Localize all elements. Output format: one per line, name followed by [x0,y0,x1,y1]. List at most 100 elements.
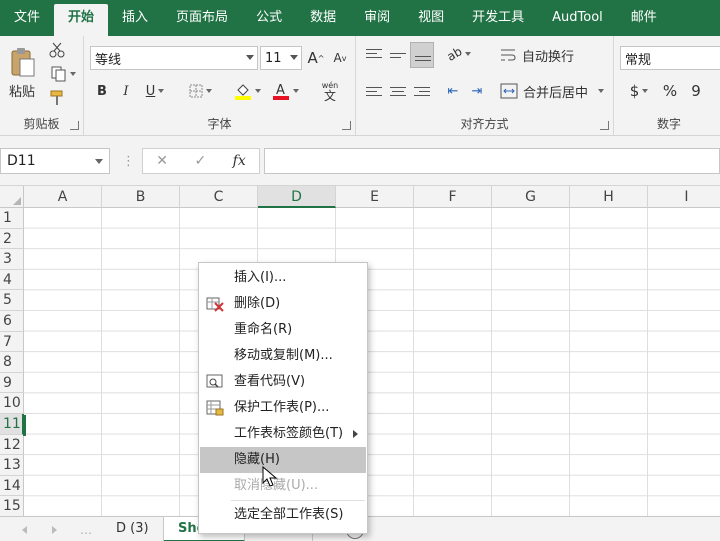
alignment-launcher-icon[interactable] [600,121,609,130]
borders-icon [189,84,202,98]
ribbon-tab[interactable]: 视图 [404,4,458,36]
wrap-text-button[interactable]: 自动换行 [500,44,610,66]
row-header[interactable]: 12 [0,434,24,456]
context-menu-item[interactable]: 查看代码(V) [200,369,366,395]
decrease-font-icon: A [333,51,342,65]
row-header[interactable]: 14 [0,475,24,497]
ribbon-tab[interactable]: 审阅 [350,4,404,36]
context-menu-item[interactable]: 选定全部工作表(S) [200,502,366,528]
phonetic-button[interactable]: wén 文 [312,78,348,104]
delete-sheet-icon [206,296,224,312]
decrease-indent-button[interactable]: ⇤ [442,80,464,102]
copy-button[interactable] [46,64,80,84]
column-header[interactable]: F [414,186,492,208]
row-header[interactable]: 10 [0,393,24,414]
row-header[interactable]: 7 [0,331,24,353]
sheet-tab[interactable]: D (3) [102,517,164,541]
name-box[interactable]: D11 [0,148,110,174]
ribbon-tab[interactable]: 开发工具 [458,4,538,36]
context-menu-item[interactable]: 工作表标签颜色(T) [200,421,366,447]
ribbon-tab[interactable]: 文件 [0,4,54,36]
row-header[interactable]: 3 [0,249,24,270]
bottom-align-button[interactable] [410,42,434,68]
italic-button[interactable]: I [116,80,136,102]
ribbon-tab[interactable]: 开始 [54,4,109,36]
font-launcher-icon[interactable] [342,121,351,130]
menu-separator [231,500,365,501]
format-painter-button[interactable] [46,88,68,108]
number-format-combo[interactable]: 常规 [620,46,720,70]
row-header[interactable]: 6 [0,311,24,332]
enter-icon[interactable]: ✓ [194,153,206,169]
ribbon-tab[interactable]: AudTool [538,4,617,36]
increase-font-button[interactable]: A ^ [306,48,326,68]
column-header[interactable]: I [648,186,720,208]
wrap-text-label: 自动换行 [522,49,575,65]
cancel-icon[interactable]: ✕ [156,153,168,169]
bold-button[interactable]: B [92,80,112,102]
scroll-sheets-right-icon[interactable] [52,526,57,534]
format-painter-icon [50,90,63,105]
ribbon-tab[interactable]: 公式 [242,4,296,36]
row-header[interactable]: 2 [0,228,24,250]
top-align-icon[interactable] [366,46,382,61]
insert-function-icon[interactable]: fx [233,153,246,169]
align-center-icon[interactable] [390,84,406,99]
name-box-dropdown-icon[interactable] [95,159,103,164]
clipboard-launcher-icon[interactable] [70,121,79,130]
context-menu-item[interactable]: 删除(D) [200,291,366,317]
row-header[interactable]: 15 [0,496,24,516]
decrease-font-button[interactable]: Av [330,48,350,68]
cell-area[interactable] [24,208,720,516]
middle-align-icon[interactable] [390,50,406,61]
cut-button[interactable] [46,40,68,60]
row-header[interactable]: 4 [0,269,24,291]
formula-input[interactable] [264,148,720,174]
context-menu-item[interactable]: 隐藏(H) [200,447,366,473]
row-header[interactable]: 9 [0,372,24,394]
column-header[interactable]: H [570,186,648,208]
font-color-button[interactable]: A [268,80,302,102]
fill-color-button[interactable] [230,80,264,102]
font-size-combo[interactable]: 11 [260,46,302,70]
context-menu-item[interactable]: 移动或复制(M)... [200,343,366,369]
align-left-icon[interactable] [366,84,382,99]
context-menu-item[interactable]: 保护工作表(P)... [200,395,366,421]
column-header[interactable]: G [492,186,570,208]
underline-button[interactable]: U [140,80,170,102]
column-header[interactable]: B [102,186,180,208]
row-header[interactable]: 8 [0,352,24,373]
column-header[interactable]: A [24,186,102,208]
paste-button[interactable]: 粘贴 [6,42,38,104]
percent-button[interactable]: % [660,80,680,102]
column-header[interactable]: E [336,186,414,208]
font-name-combo[interactable]: 等线 [90,46,258,70]
ribbon-tab[interactable]: 页面布局 [162,4,242,36]
comma-style-button[interactable]: 9 [686,80,706,102]
row-header[interactable]: 1 [0,208,24,229]
context-menu-label: 删除(D) [234,296,281,311]
scroll-sheets-left-icon[interactable] [22,526,27,534]
column-header[interactable]: D [258,186,336,208]
currency-button[interactable]: $ [624,80,654,102]
ribbon-tab[interactable]: 插入 [108,4,162,36]
context-menu-item[interactable]: 插入(I)... [200,265,366,291]
row-header[interactable]: 11 [0,414,24,435]
orientation-button[interactable]: ab [444,44,474,64]
more-sheets-icon[interactable]: … [80,523,92,537]
context-menu-item[interactable]: 重命名(R) [200,317,366,343]
row-header[interactable]: 5 [0,290,24,311]
formula-bar-splitter-icon[interactable]: ⋮ [122,154,135,169]
font-group-label: 字体 [207,117,232,131]
select-all-button[interactable] [0,186,24,208]
ribbon-tab[interactable]: 数据 [296,4,350,36]
column-header[interactable]: C [180,186,258,208]
increase-indent-button[interactable]: ⇥ [466,80,488,102]
merge-center-button[interactable]: 合并后居中 [500,80,610,102]
increase-font-icon: A [307,49,318,67]
ribbon-tab[interactable]: 邮件 [617,4,671,36]
row-header[interactable]: 13 [0,455,24,476]
active-cell-indicator [23,415,26,436]
align-right-icon[interactable] [414,84,430,99]
borders-button[interactable] [184,80,216,102]
